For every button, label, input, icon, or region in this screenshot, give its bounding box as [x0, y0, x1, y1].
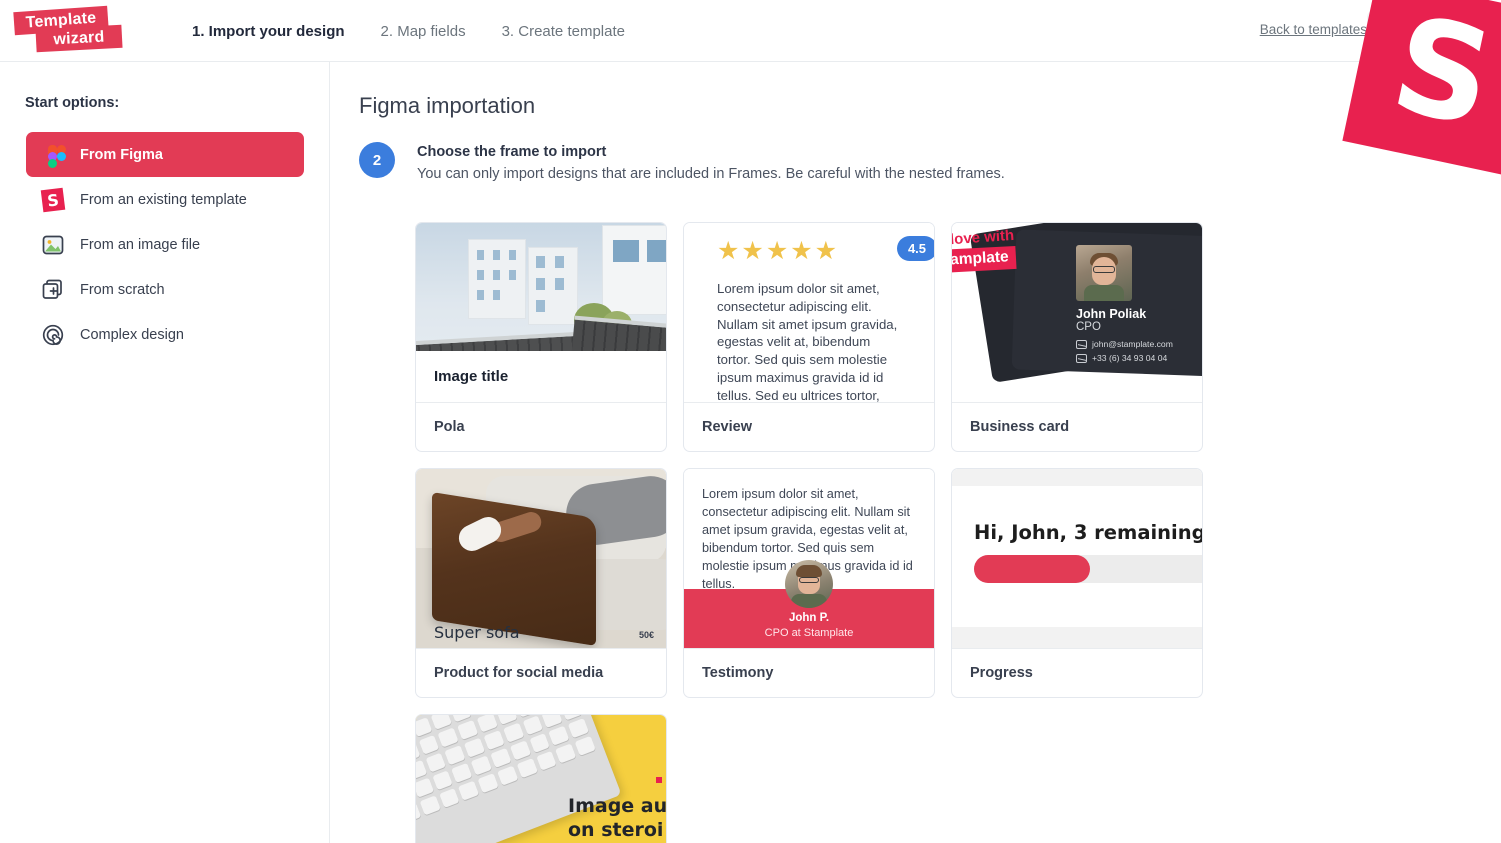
frame-card-image-automation[interactable]: Image aut on steroi: [415, 714, 667, 843]
sidebar-item-from-existing-template[interactable]: S From an existing template: [26, 177, 304, 222]
sidebar-item-from-scratch[interactable]: From scratch: [26, 267, 304, 312]
sidebar-item-label: From scratch: [80, 281, 165, 298]
sidebar-item-label: Complex design: [80, 326, 184, 343]
sidebar-item-from-figma[interactable]: From Figma: [26, 132, 304, 177]
business-card-email: john@stamplate.com: [1092, 339, 1173, 349]
progress-bar-fill: [974, 555, 1090, 583]
keyboard-caption-line1: Image aut: [568, 795, 666, 817]
product-price: 50€: [638, 630, 654, 640]
sidebar-item-label: From an existing template: [80, 191, 247, 208]
back-to-templates-link[interactable]: Back to templates: [1260, 22, 1367, 37]
card-label: Pola: [416, 402, 666, 451]
card-preview-keyboard: Image aut on steroi: [416, 715, 666, 843]
pola-image-title: Image title: [416, 351, 666, 402]
card-preview-business-card: John Poliak CPO john@stamplate.com +33 (…: [952, 223, 1202, 402]
page-title: Figma importation: [359, 93, 536, 118]
business-card-phone: +33 (6) 34 93 04 04: [1092, 353, 1168, 363]
made-with-stamplate-badge: love with tamplate: [952, 226, 1017, 274]
card-label: Business card: [952, 402, 1202, 451]
badge-line-1: love with: [952, 226, 1015, 249]
rating-badge: 4.5: [897, 236, 934, 261]
testimony-author-name: John P.: [788, 612, 830, 624]
sidebar-item-from-image-file[interactable]: From an image file: [26, 222, 304, 267]
sidebar: Start options: From Figma S From an exis…: [0, 62, 330, 843]
business-card-email-row: john@stamplate.com: [1076, 339, 1173, 349]
business-card-role: CPO: [1076, 321, 1101, 333]
logo-line-wizard: wizard: [35, 24, 123, 53]
app-logo[interactable]: Template wizard: [13, 5, 124, 53]
testimony-avatar: [785, 560, 833, 608]
keyboard-caption: Image aut on steroi: [568, 795, 666, 843]
card-preview-review: ★★★★★ 4.5 Lorem ipsum dolor sit amet, co…: [684, 223, 934, 402]
card-label: Testimony: [684, 648, 934, 697]
start-options-title: Start options:: [25, 95, 120, 111]
step-tab-map-fields[interactable]: 2. Map fields: [381, 23, 466, 40]
step-tab-import[interactable]: 1. Import your design: [192, 23, 345, 40]
spiral-icon: [40, 322, 66, 348]
card-preview-testimony: Lorem ipsum dolor sit amet, consectetur …: [684, 469, 934, 648]
card-label: Product for social media: [416, 648, 666, 697]
step-tab-create-template[interactable]: 3. Create template: [502, 23, 625, 40]
business-card-avatar: [1076, 245, 1132, 301]
badge-line-2: tamplate: [952, 245, 1017, 274]
next-step-button[interactable]: Next step: [1367, 11, 1492, 51]
business-card-name: John Poliak: [1076, 307, 1147, 321]
image-icon: [40, 232, 66, 258]
scratch-plus-icon: [40, 277, 66, 303]
step-number-badge: 2: [359, 142, 395, 178]
business-card-phone-row: +33 (6) 34 93 04 04: [1076, 353, 1167, 363]
main-content: Figma importation 2 Choose the frame to …: [330, 62, 1501, 843]
card-preview-progress: Hi, John, 3 remaining: [952, 469, 1202, 648]
card-preview-pola: Image title: [416, 223, 666, 402]
phone-icon: [1076, 353, 1087, 363]
start-options-list: From Figma S From an existing template F…: [26, 132, 304, 357]
card-label: Review: [684, 402, 934, 451]
sidebar-item-label: From an image file: [80, 236, 201, 253]
frame-card-progress[interactable]: Hi, John, 3 remaining Progress: [951, 468, 1203, 698]
step-heading: Choose the frame to import: [417, 144, 607, 160]
sidebar-item-complex-design[interactable]: Complex design: [26, 312, 304, 357]
card-label: Progress: [952, 648, 1202, 697]
progress-title: Hi, John, 3 remaining: [974, 521, 1202, 544]
wizard-steps: 1. Import your design 2. Map fields 3. C…: [192, 0, 625, 62]
testimony-author-role: CPO at Stamplate: [764, 627, 854, 639]
figma-icon: [40, 142, 66, 168]
frame-card-review[interactable]: ★★★★★ 4.5 Lorem ipsum dolor sit amet, co…: [683, 222, 935, 452]
frame-card-pola[interactable]: Image title Pola: [415, 222, 667, 452]
stamplate-icon: S: [40, 187, 66, 213]
frame-card-testimony[interactable]: Lorem ipsum dolor sit amet, consectetur …: [683, 468, 935, 698]
review-preview-inner: ★★★★★ 4.5 Lorem ipsum dolor sit amet, co…: [699, 223, 934, 402]
product-title: Super sofa: [434, 623, 520, 642]
sidebar-item-label: From Figma: [80, 146, 163, 163]
keyboard-image: Image aut on steroi: [416, 715, 666, 843]
step-subtitle: You can only import designs that are inc…: [417, 166, 1005, 182]
frame-card-product-social-media[interactable]: Super sofa 50€ Product for social media: [415, 468, 667, 698]
card-preview-product: Super sofa 50€: [416, 469, 666, 648]
keyboard-caption-line2: on steroi: [568, 818, 664, 841]
envelope-icon: [1076, 339, 1087, 349]
review-body-text: Lorem ipsum dolor sit amet, consectetur …: [717, 281, 898, 402]
frame-card-grid: Image title Pola ★★★★★ 4.5 Lorem ipsum d…: [415, 222, 1215, 843]
product-image: [416, 469, 666, 648]
progress-bar-track: [974, 555, 1202, 583]
top-bar: Template wizard 1. Import your design 2.…: [0, 0, 1501, 62]
frame-card-business-card[interactable]: John Poliak CPO john@stamplate.com +33 (…: [951, 222, 1203, 452]
